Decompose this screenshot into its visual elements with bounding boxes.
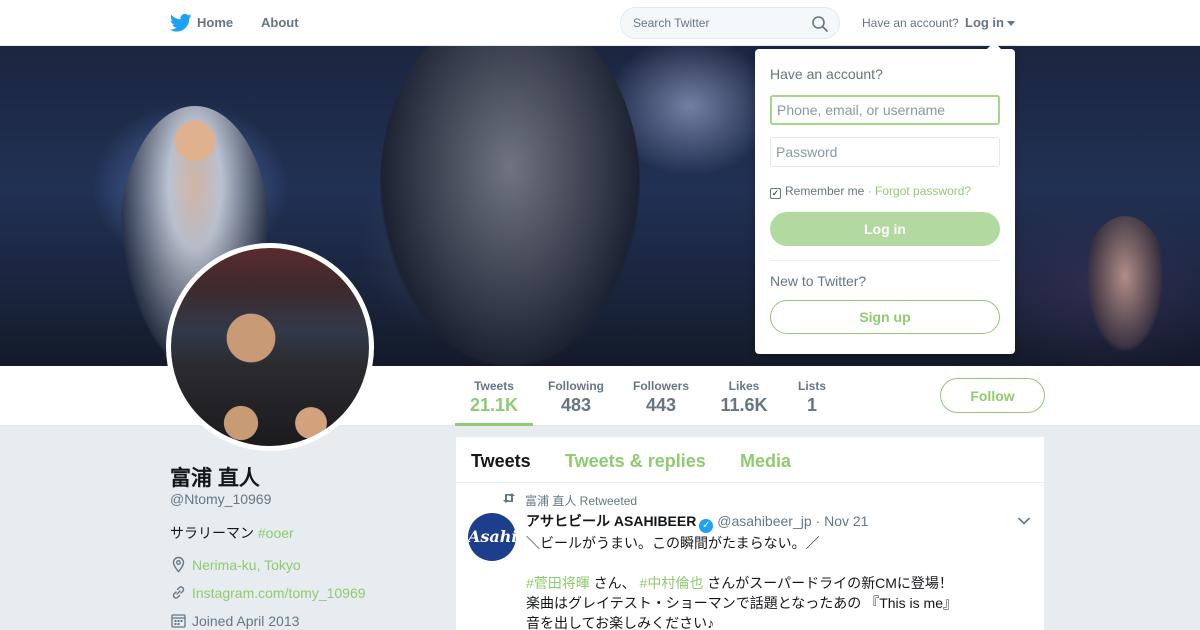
retweet-icon [503, 493, 515, 503]
search-input[interactable]: Search Twitter [633, 16, 709, 30]
login-menu-link[interactable]: Log in [965, 15, 1004, 30]
hashtag-link[interactable]: #菅田将暉 [526, 575, 590, 591]
stat-following[interactable]: Following 483 [545, 366, 607, 426]
tweet-text: ＼ビールがうまい。この瞬間がたまらない。／ #菅田将暉 さん、 #中村倫也 さん… [526, 533, 1026, 630]
retweeted-by-label[interactable]: 富浦 直人 Retweeted [525, 492, 637, 509]
search-icon[interactable] [811, 15, 829, 33]
search-box[interactable]: Search Twitter [620, 7, 840, 39]
profile-bio: サラリーマン #ooer [170, 523, 294, 543]
stat-likes[interactable]: Likes 11.6K [715, 366, 773, 426]
stat-label: Lists [797, 379, 826, 393]
have-account-label: Have an account? [862, 16, 959, 30]
tweet-line: 音を出してお楽しみください♪ [526, 615, 715, 630]
location-link[interactable]: Nerima-ku, Tokyo [192, 557, 301, 573]
website-link[interactable]: Instagram.com/tomy_10969 [192, 585, 366, 601]
tab-media[interactable]: Media [740, 451, 791, 472]
tweet-line: ＼ビールがうまい。この瞬間がたまらない。／ [526, 535, 820, 551]
tweet-header: アサヒビール ASAHIBEER ✓ @asahibeer_jp · Nov 21 [526, 511, 868, 533]
stat-label: Followers [632, 379, 689, 393]
twitter-bird-icon[interactable] [170, 13, 192, 33]
tweet-text-fragment: さんがスーパードライの新CMに登場！ [703, 575, 953, 591]
timeline-tabs: Tweets Tweets & replies Media [456, 437, 1044, 483]
stat-value: 443 [645, 395, 677, 415]
new-to-twitter-label: New to Twitter? [770, 273, 867, 289]
nav-about-link[interactable]: About [261, 15, 299, 30]
login-dropdown: Have an account? ✓ Remember me · Forgot p… [755, 42, 1015, 354]
stat-label: Tweets [474, 379, 514, 393]
stat-label: Likes [728, 379, 760, 393]
top-nav: Home About Search Twitter Have an accoun… [0, 0, 1200, 46]
profile-handle[interactable]: @Ntomy_10969 [170, 491, 271, 507]
login-button[interactable]: Log in [770, 212, 1000, 246]
forgot-password-link[interactable]: · Forgot password? [868, 184, 971, 198]
tab-tweets[interactable]: Tweets [471, 451, 531, 472]
calendar-icon [171, 614, 186, 628]
follow-button[interactable]: Follow [940, 378, 1045, 413]
timeline: Tweets Tweets & replies Media 富浦 直人 Retw… [456, 437, 1044, 630]
tweet-author-handle[interactable]: @asahibeer_jp [717, 513, 811, 529]
profile-avatar[interactable] [166, 243, 374, 451]
tab-tweets-replies[interactable]: Tweets & replies [565, 451, 706, 472]
signup-button[interactable]: Sign up [770, 300, 1000, 334]
bio-text: サラリーマン [170, 525, 258, 541]
stat-value: 1 [806, 395, 817, 415]
tweet-avatar[interactable]: Asahi [468, 513, 518, 561]
stat-value: 11.6K [720, 395, 768, 415]
tweet-timestamp[interactable]: · Nov 21 [816, 513, 869, 529]
divider [770, 260, 1000, 261]
nav-home-link[interactable]: Home [197, 15, 233, 30]
link-icon [172, 586, 185, 599]
stat-label: Following [548, 379, 604, 393]
bio-hashtag-link[interactable]: #ooer [258, 525, 294, 541]
tweet-author-name[interactable]: アサヒビール ASAHIBEER [526, 513, 696, 529]
location-pin-icon [172, 556, 185, 573]
tweet-line: 楽曲はグレイテスト・ショーマンで話題となったあの 『This is me』 [526, 595, 957, 611]
remember-row: ✓ Remember me · Forgot password? [770, 184, 971, 199]
stat-value: 21.1K [469, 395, 519, 415]
hashtag-link[interactable]: #中村倫也 [640, 575, 704, 591]
verified-badge-icon: ✓ [699, 519, 714, 533]
caret-down-icon[interactable] [1007, 21, 1015, 26]
joined-date: Joined April 2013 [192, 613, 300, 629]
dropdown-title: Have an account? [770, 66, 883, 82]
remember-me-label[interactable]: Remember me [785, 184, 864, 198]
password-field[interactable] [770, 137, 1000, 167]
stat-lists[interactable]: Lists 1 [792, 366, 832, 426]
stat-value: 483 [560, 395, 592, 415]
chevron-down-icon[interactable] [1018, 517, 1030, 525]
tweet-text-fragment: さん、 [589, 575, 640, 591]
tweet-line: #菅田将暉 さん、 #中村倫也 さんがスーパードライの新CMに登場！ [526, 573, 1026, 593]
remember-me-checkbox[interactable]: ✓ [770, 188, 781, 199]
username-field[interactable] [770, 95, 1000, 125]
stat-followers[interactable]: Followers 443 [630, 366, 692, 426]
profile-name[interactable]: 富浦 直人 [170, 462, 260, 492]
stat-tweets[interactable]: Tweets 21.1K [455, 366, 533, 426]
